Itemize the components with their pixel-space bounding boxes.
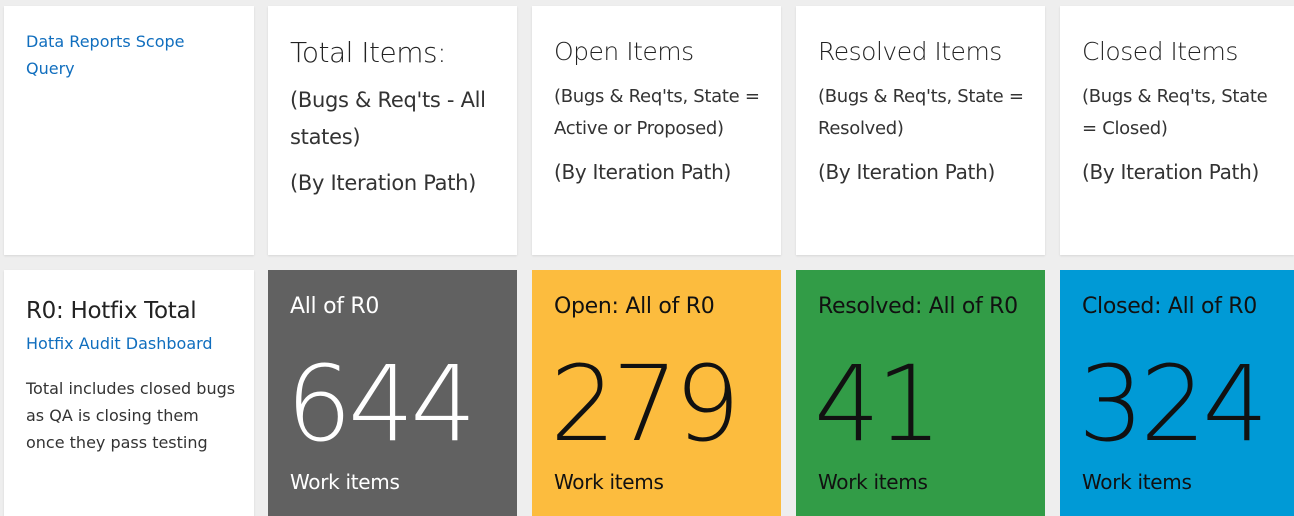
total-items-filter: (Bugs & Req'ts - All states) — [290, 88, 486, 149]
query-tile-count: 644 — [286, 343, 477, 465]
query-tile-count: 324 — [1078, 343, 1269, 465]
resolved-items-filter: (Bugs & Req'ts, State = Resolved) — [818, 86, 1024, 139]
open-items-grouping: (By Iteration Path) — [554, 160, 731, 184]
query-tile-footer: Work items — [290, 470, 400, 494]
query-tile-title: Resolved: All of R0 — [818, 294, 1018, 319]
total-items-title: Total Items: — [290, 36, 447, 69]
total-items-header-tile: Total Items: (Bugs & Req'ts - All states… — [268, 6, 517, 255]
resolved-items-title: Resolved Items — [818, 37, 1002, 66]
query-tile-all[interactable]: All of R0 644 Work items — [268, 270, 517, 516]
closed-items-filter: (Bugs & Req'ts, State = Closed) — [1082, 86, 1268, 139]
query-tile-count: 279 — [550, 343, 741, 465]
query-tile-resolved[interactable]: Resolved: All of R0 41 Work items — [796, 270, 1045, 516]
r0-hotfix-tile: R0: Hotfix Total Hotfix Audit Dashboard … — [4, 270, 254, 516]
query-tile-title: Closed: All of R0 — [1082, 294, 1257, 319]
open-items-title: Open Items — [554, 37, 694, 66]
scope-query-link[interactable]: Data Reports Scope Query — [26, 28, 234, 82]
resolved-items-grouping: (By Iteration Path) — [818, 160, 995, 184]
query-tile-footer: Work items — [818, 470, 928, 494]
scope-query-tile: Data Reports Scope Query — [4, 6, 254, 255]
r0-hotfix-note: Total includes closed bugs as QA is clos… — [26, 379, 236, 452]
closed-items-title: Closed Items — [1082, 37, 1238, 66]
query-tile-title: All of R0 — [290, 294, 380, 319]
r0-hotfix-title: R0: Hotfix Total — [26, 298, 197, 324]
open-items-header-tile: Open Items (Bugs & Req'ts, State = Activ… — [532, 6, 781, 255]
query-tile-open[interactable]: Open: All of R0 279 Work items — [532, 270, 781, 516]
query-tile-closed[interactable]: Closed: All of R0 324 Work items — [1060, 270, 1294, 516]
open-items-filter: (Bugs & Req'ts, State = Active or Propos… — [554, 86, 760, 139]
resolved-items-header-tile: Resolved Items (Bugs & Req'ts, State = R… — [796, 6, 1045, 255]
hotfix-audit-dashboard-link[interactable]: Hotfix Audit Dashboard — [26, 334, 254, 353]
closed-items-grouping: (By Iteration Path) — [1082, 160, 1259, 184]
closed-items-header-tile: Closed Items (Bugs & Req'ts, State = Clo… — [1060, 6, 1294, 255]
query-tile-count: 41 — [814, 343, 942, 465]
query-tile-footer: Work items — [1082, 470, 1192, 494]
query-tile-title: Open: All of R0 — [554, 294, 715, 319]
query-tile-footer: Work items — [554, 470, 664, 494]
total-items-grouping: (By Iteration Path) — [290, 171, 477, 195]
